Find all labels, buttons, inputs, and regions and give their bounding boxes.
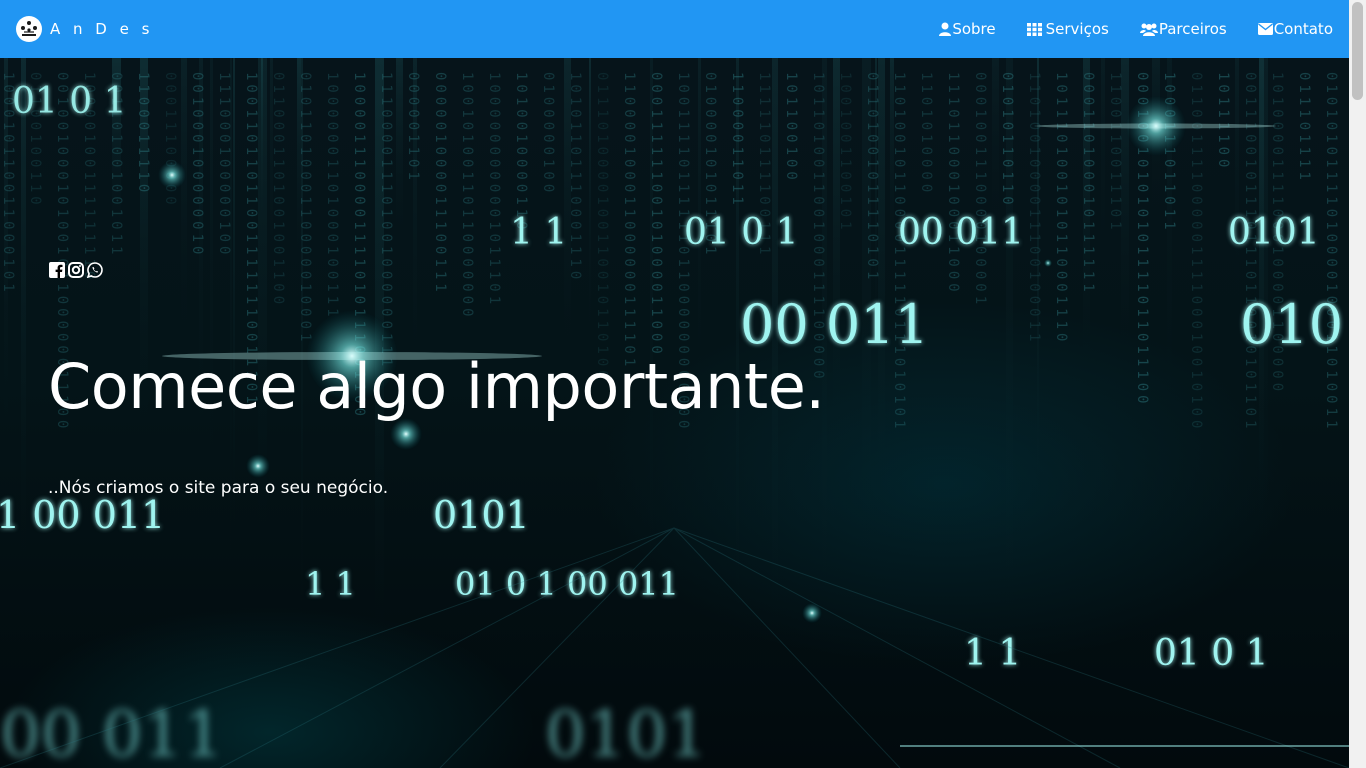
svg-text:000110100010111111: 000110100010111111 — [1080, 72, 1096, 296]
nav-link-label: Serviços — [1045, 20, 1109, 38]
svg-text:0001001110000100001: 0001001110000100001 — [972, 72, 988, 308]
svg-text:0101101000110000010001: 0101101000110000010001 — [297, 72, 313, 345]
user-icon — [939, 22, 952, 36]
svg-text:011101111: 011101111 — [1296, 72, 1312, 184]
brand-logo-icon — [16, 16, 42, 42]
brand-name: A n D e s — [50, 20, 154, 38]
svg-text:01010101111010000100011010011: 01010101111010000100011010011 — [1323, 72, 1339, 432]
svg-text:1101010000: 1101010000 — [918, 72, 934, 196]
svg-text:0101: 0101 — [433, 493, 530, 537]
svg-text:01101001011110101: 01101001011110101 — [864, 72, 880, 283]
svg-text:1100110011101: 1100110011101 — [1107, 72, 1123, 234]
svg-text:1101001000011100100011: 1101001000011100100011 — [1026, 72, 1042, 345]
svg-text:01010110110: 01010110110 — [999, 72, 1015, 209]
whatsapp-icon[interactable] — [87, 262, 103, 278]
svg-text:001000100000010: 001000100000010 — [189, 72, 205, 258]
svg-text:0101: 0101 — [1228, 212, 1320, 253]
svg-text:1011101001010110001110: 1011101001010110001110 — [1053, 72, 1069, 345]
nav-links: Sobre Serviços Parceiros Contato — [939, 20, 1333, 38]
svg-text:1000000000001011101: 1000000000001011101 — [486, 72, 502, 308]
svg-text:01 0 1 00 011: 01 0 1 00 011 — [455, 565, 679, 603]
svg-text:1010010000110: 1010010000110 — [513, 72, 529, 234]
svg-text:01 0 1: 01 0 1 — [1154, 633, 1269, 674]
svg-text:0111010000100110010110100: 0111010000100110010110100 — [594, 72, 610, 383]
scrollbar-thumb[interactable] — [1352, 2, 1363, 100]
svg-text:10010100110110000000: 10010100110110000000 — [459, 72, 475, 321]
svg-text:00 011: 00 011 — [898, 212, 1024, 253]
hero-subline: ..Nós criamos o site para o seu negócio. — [48, 478, 389, 498]
facebook-icon[interactable] — [49, 262, 65, 278]
instagram-icon[interactable] — [68, 262, 84, 278]
svg-text:1001001100101: 1001001100101 — [837, 72, 853, 234]
svg-text:111000100000100: 111000100000100 — [216, 72, 232, 258]
navbar: A n D e s Sobre Serviços Parceiros Conta… — [0, 0, 1349, 58]
svg-text:01 0 1: 01 0 1 — [684, 212, 799, 253]
nav-link-label: Contato — [1273, 20, 1333, 38]
svg-text:1 00 011: 1 00 011 — [0, 493, 165, 537]
svg-text:00 011: 00 011 — [0, 698, 224, 768]
nav-link-servicos[interactable]: Serviços — [1026, 20, 1109, 38]
svg-text:1100011110: 1100011110 — [135, 72, 151, 196]
svg-text:1 1: 1 1 — [510, 212, 567, 253]
hero-section: 100010110011000101 01100100110 00100100010… — [0, 58, 1349, 768]
users-icon — [1139, 22, 1158, 36]
envelope-icon — [1257, 23, 1273, 35]
svg-text:00011111100101000011000: 00011111100101000011000 — [648, 72, 664, 358]
svg-text:11000011011: 11000011011 — [729, 72, 745, 209]
svg-text:000001000011100111: 000001000011100111 — [432, 72, 448, 296]
svg-text:0110001101001001100: 0110001101001001100 — [270, 72, 286, 308]
hero-headline: Comece algo importante. — [48, 350, 825, 423]
page-scrollbar[interactable] — [1349, 0, 1366, 768]
grid-icon — [1026, 22, 1042, 36]
brand[interactable]: A n D e s — [16, 16, 153, 42]
svg-text:010: 010 — [1240, 293, 1343, 356]
svg-text:110000100011000000111101: 110000100011000000111101 — [621, 72, 637, 370]
svg-text:00 011: 00 011 — [740, 293, 929, 356]
svg-text:10000001101000100111: 10000001101000100111 — [324, 72, 340, 321]
svg-text:10101101110001110: 10101101110001110 — [567, 72, 583, 283]
nav-link-label: Sobre — [952, 20, 996, 38]
svg-text:0100000100: 0100000100 — [540, 72, 556, 196]
nav-link-contato[interactable]: Contato — [1257, 20, 1333, 38]
nav-link-label: Parceiros — [1158, 20, 1227, 38]
svg-text:0101: 0101 — [545, 698, 708, 768]
svg-text:1 1: 1 1 — [305, 565, 356, 603]
nav-link-parceiros[interactable]: Parceiros — [1139, 20, 1227, 38]
svg-text:111011000100011000: 111011000100011000 — [945, 72, 961, 296]
svg-text:101100100: 101100100 — [783, 72, 799, 184]
svg-text:10111100: 10111100 — [1215, 72, 1231, 171]
svg-text:01 0 1: 01 0 1 — [12, 81, 127, 122]
svg-text:000001101: 000001101 — [405, 72, 421, 184]
nav-link-sobre[interactable]: Sobre — [939, 20, 996, 38]
social-icons — [49, 262, 103, 278]
svg-text:1 1: 1 1 — [964, 633, 1021, 674]
